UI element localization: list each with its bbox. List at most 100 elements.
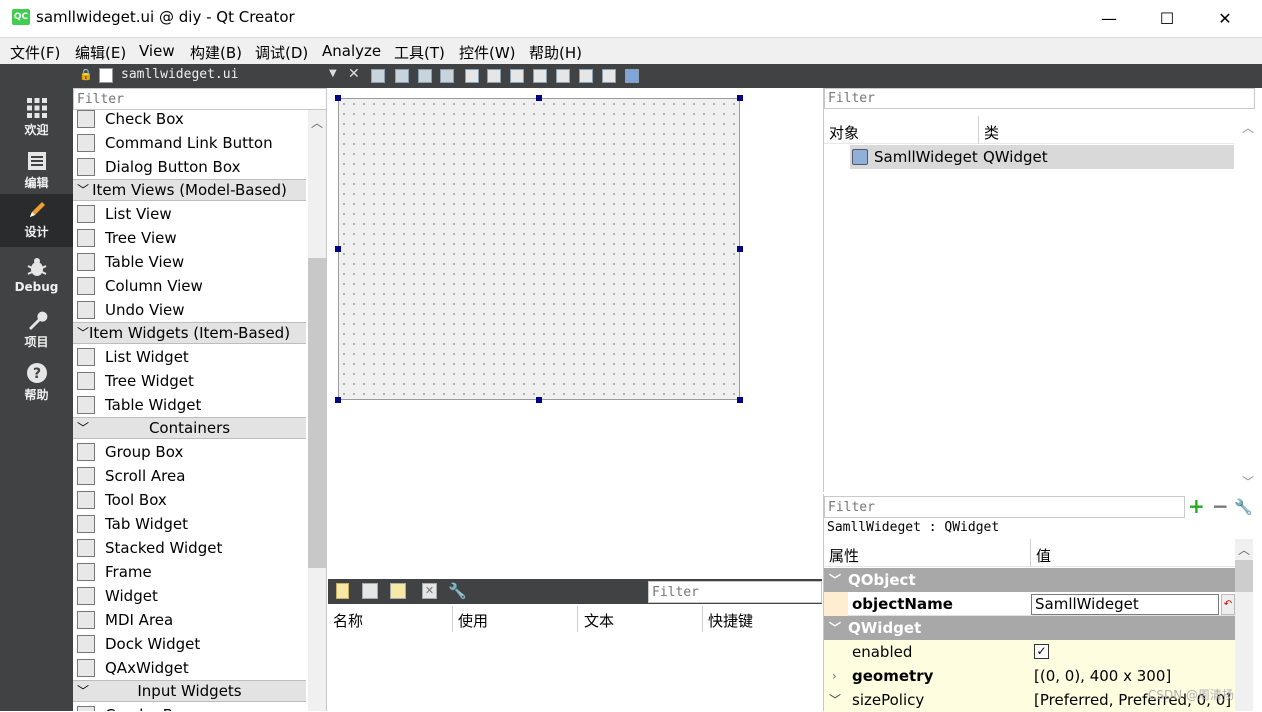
minimize-button[interactable]: — bbox=[1080, 0, 1138, 36]
column-header-name[interactable]: 名称 bbox=[333, 610, 363, 631]
property-filter-input[interactable] bbox=[824, 496, 1185, 518]
configure-icon[interactable]: 🔧 bbox=[1234, 498, 1253, 516]
widget-item[interactable]: QAxWidget bbox=[73, 656, 306, 680]
layout-horizontal-icon[interactable] bbox=[465, 69, 479, 83]
remove-property-icon[interactable]: − bbox=[1212, 496, 1229, 516]
widget-category[interactable]: ﹀ Containers bbox=[73, 417, 306, 439]
scroll-up-icon[interactable]: ︿ bbox=[1238, 541, 1250, 558]
widget-item[interactable]: Combo Box bbox=[73, 703, 306, 711]
close-document-icon[interactable]: ✕ bbox=[348, 66, 360, 82]
new-action-icon[interactable] bbox=[336, 583, 349, 599]
property-scroll-thumb[interactable] bbox=[1235, 560, 1253, 592]
column-header-text[interactable]: 文本 bbox=[584, 610, 614, 631]
widget-item[interactable]: Dialog Button Box bbox=[73, 155, 306, 179]
widget-item[interactable]: Check Box bbox=[73, 107, 306, 131]
column-header-value[interactable]: 值 bbox=[1036, 545, 1051, 566]
menu-view[interactable]: View bbox=[139, 42, 175, 60]
chevron-right-icon[interactable]: › bbox=[832, 664, 837, 688]
widget-item[interactable]: List View bbox=[73, 202, 306, 226]
resize-handle[interactable] bbox=[737, 95, 743, 101]
document-selector[interactable]: samllwideget.ui bbox=[121, 67, 238, 82]
edit-widgets-icon[interactable] bbox=[371, 69, 385, 83]
widget-item[interactable]: Undo View bbox=[73, 298, 306, 322]
column-header-object[interactable]: 对象 bbox=[829, 122, 859, 143]
widget-item[interactable]: Scroll Area bbox=[73, 464, 306, 488]
column-header-used[interactable]: 使用 bbox=[458, 610, 488, 631]
scroll-down-icon[interactable]: ﹀ bbox=[1242, 473, 1254, 490]
layout-v-splitter-icon[interactable] bbox=[533, 69, 547, 83]
menu-analyze[interactable]: Analyze bbox=[322, 42, 381, 60]
layout-form-icon[interactable] bbox=[556, 69, 570, 83]
widget-item[interactable]: Dock Widget bbox=[73, 632, 306, 656]
layout-vertical-icon[interactable] bbox=[487, 69, 501, 83]
menu-widget[interactable]: 控件(W) bbox=[459, 42, 516, 63]
widget-item[interactable]: List Widget bbox=[73, 345, 306, 369]
resize-handle[interactable] bbox=[335, 246, 341, 252]
widget-item[interactable]: Command Link Button bbox=[73, 131, 306, 155]
resize-handle[interactable] bbox=[536, 95, 542, 101]
property-row-enabled[interactable]: enabled ✓ bbox=[824, 640, 1235, 664]
chevron-down-icon[interactable]: ▼ bbox=[329, 68, 337, 79]
widget-item[interactable]: MDI Area bbox=[73, 608, 306, 632]
column-header-class[interactable]: 类 bbox=[984, 122, 999, 143]
property-row-objectname[interactable]: objectName SamllWideget ↶ bbox=[824, 592, 1235, 616]
layout-grid-icon[interactable] bbox=[579, 69, 593, 83]
object-row[interactable]: SamllWideget QWidget bbox=[850, 145, 1234, 169]
chevron-down-icon[interactable]: ﹀ bbox=[829, 688, 841, 712]
resize-handle[interactable] bbox=[536, 397, 542, 403]
column-header-property[interactable]: 属性 bbox=[829, 545, 859, 566]
menu-file[interactable]: 文件(F) bbox=[10, 42, 60, 63]
edit-signals-slots-icon[interactable] bbox=[395, 69, 409, 83]
layout-h-splitter-icon[interactable] bbox=[510, 69, 524, 83]
widget-category[interactable]: ﹀ Item Views (Model-Based) bbox=[73, 179, 306, 201]
widget-item[interactable]: Widget bbox=[73, 584, 306, 608]
property-group-qobject[interactable]: ﹀ QObject bbox=[824, 568, 1235, 592]
mode-debug[interactable]: Debug bbox=[0, 251, 73, 304]
widget-item[interactable]: Tool Box bbox=[73, 488, 306, 512]
enabled-checkbox[interactable]: ✓ bbox=[1034, 644, 1049, 659]
widget-category[interactable]: ﹀ Input Widgets bbox=[73, 680, 306, 702]
action-filter-input[interactable] bbox=[648, 581, 822, 603]
resize-handle[interactable] bbox=[335, 397, 341, 403]
mode-edit[interactable]: 编辑 bbox=[0, 145, 73, 198]
edit-buddies-icon[interactable] bbox=[418, 69, 432, 83]
menu-help[interactable]: 帮助(H) bbox=[529, 42, 582, 63]
form-canvas[interactable] bbox=[338, 98, 740, 400]
objectname-value-input[interactable]: SamllWideget bbox=[1031, 594, 1219, 615]
property-value[interactable]: [(0, 0), 400 x 300] bbox=[1034, 664, 1171, 688]
mode-design[interactable]: 设计 bbox=[0, 194, 73, 247]
paste-action-icon[interactable] bbox=[390, 583, 406, 599]
widget-item[interactable]: Frame bbox=[73, 560, 306, 584]
mode-help[interactable]: ? 帮助 bbox=[0, 357, 73, 410]
adjust-size-icon[interactable] bbox=[625, 69, 639, 83]
edit-tab-order-icon[interactable] bbox=[440, 69, 454, 83]
widget-item[interactable]: Tab Widget bbox=[73, 512, 306, 536]
widget-item[interactable]: Stacked Widget bbox=[73, 536, 306, 560]
configure-action-icon[interactable]: 🔧 bbox=[448, 582, 467, 600]
scroll-up-icon[interactable]: ︿ bbox=[1242, 119, 1254, 136]
menu-build[interactable]: 构建(B) bbox=[190, 42, 242, 63]
menu-edit[interactable]: 编辑(E) bbox=[75, 42, 126, 63]
resize-handle[interactable] bbox=[737, 246, 743, 252]
menu-debug[interactable]: 调试(D) bbox=[255, 42, 308, 63]
object-filter-input[interactable] bbox=[824, 88, 1255, 109]
close-button[interactable]: ✕ bbox=[1196, 0, 1254, 36]
widget-list-scroll-thumb[interactable] bbox=[308, 258, 326, 568]
scroll-up-icon[interactable]: ︿ bbox=[311, 114, 323, 131]
mode-projects[interactable]: 项目 bbox=[0, 304, 73, 357]
widget-item[interactable]: Table Widget bbox=[73, 393, 306, 417]
widget-item[interactable]: Column View bbox=[73, 274, 306, 298]
mode-welcome[interactable]: 欢迎 bbox=[0, 92, 73, 145]
break-layout-icon[interactable] bbox=[602, 69, 616, 83]
resize-handle[interactable] bbox=[335, 95, 341, 101]
widget-item[interactable]: Tree View bbox=[73, 226, 306, 250]
delete-action-icon[interactable]: ✕ bbox=[422, 583, 437, 599]
widget-item[interactable]: Table View bbox=[73, 250, 306, 274]
copy-action-icon[interactable] bbox=[362, 583, 378, 599]
reset-icon[interactable]: ↶ bbox=[1221, 594, 1235, 615]
maximize-button[interactable]: ☐ bbox=[1138, 0, 1196, 36]
menu-tools[interactable]: 工具(T) bbox=[394, 42, 445, 63]
widget-category[interactable]: ﹀ Item Widgets (Item-Based) bbox=[73, 322, 306, 344]
column-header-shortcut[interactable]: 快捷键 bbox=[708, 610, 753, 631]
property-row-geometry[interactable]: › geometry [(0, 0), 400 x 300] bbox=[824, 664, 1235, 688]
